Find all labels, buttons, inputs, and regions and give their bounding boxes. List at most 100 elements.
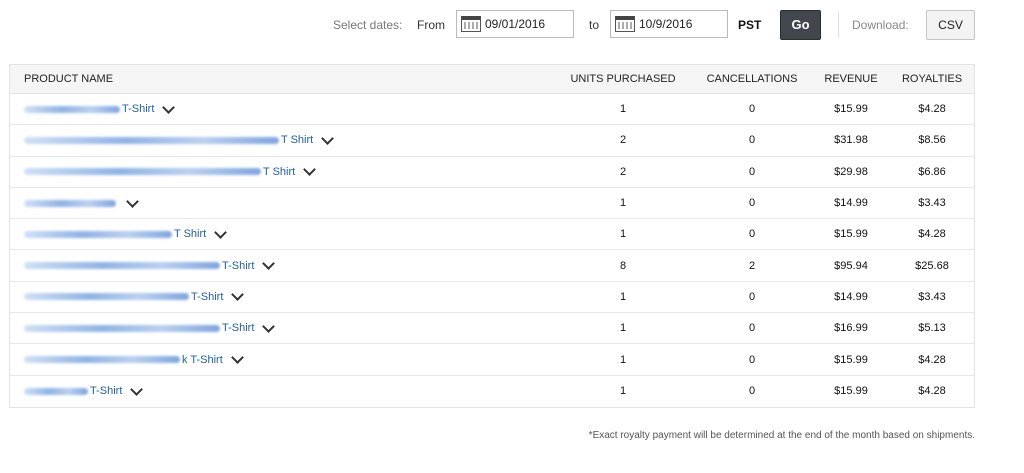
table-row: T Shirt 2 0 $29.98 $6.86 [10, 157, 974, 188]
revenue-cell: $16.99 [834, 322, 868, 335]
product-name-link[interactable]: T Shirt [281, 134, 313, 146]
product-name-cell[interactable]: T-Shirt [24, 282, 245, 312]
date-toolbar: Select dates: From 09/01/2016 to 10/9/20… [0, 10, 1024, 40]
from-label: From [417, 18, 445, 32]
product-name-cell[interactable]: T Shirt [24, 219, 228, 249]
product-name-cell[interactable] [24, 188, 139, 218]
chevron-down-icon[interactable] [303, 163, 317, 177]
product-name-cell[interactable]: T-Shirt [24, 313, 276, 343]
table-row: T-Shirt 1 0 $15.99 $4.28 [10, 94, 974, 126]
cancellations-cell: 0 [748, 322, 756, 335]
revenue-cell: $14.99 [834, 197, 868, 210]
chevron-down-icon[interactable] [126, 194, 139, 208]
revenue-cell: $95.94 [834, 259, 868, 272]
chevron-down-icon[interactable] [262, 257, 276, 270]
column-header-revenue: REVENUE [824, 73, 878, 85]
product-name-cell[interactable]: T-Shirt [24, 376, 144, 407]
table-header: PRODUCT NAME UNITS PURCHASED CANCELLATIO… [10, 65, 974, 94]
timezone-label: PST [738, 18, 762, 32]
product-name-cell[interactable]: k T-Shirt [24, 344, 244, 374]
royalties-table: PRODUCT NAME UNITS PURCHASED CANCELLATIO… [9, 64, 975, 408]
chevron-down-icon[interactable] [262, 319, 276, 333]
units-purchased-cell: 1 [619, 228, 627, 241]
column-header-royalties: ROYALTIES [901, 73, 963, 85]
download-label: Download: [852, 18, 909, 32]
royalties-cell: $4.28 [918, 385, 946, 398]
redacted-product-name [24, 199, 116, 207]
revenue-cell: $31.98 [834, 134, 868, 147]
redacted-product-name [24, 262, 220, 270]
csv-download-button[interactable]: CSV [926, 10, 975, 40]
table-row: T Shirt 1 0 $15.99 $4.28 [10, 219, 974, 251]
revenue-cell: $15.99 [834, 228, 868, 241]
table-row: T-Shirt 1 0 $14.99 $3.43 [10, 282, 974, 314]
product-name-link[interactable]: T-Shirt [122, 103, 154, 115]
calendar-icon[interactable] [615, 16, 635, 32]
table-row: T Shirt 2 0 $31.98 $8.56 [10, 125, 974, 157]
chevron-down-icon[interactable] [214, 225, 228, 239]
product-name-cell[interactable]: T Shirt [24, 157, 317, 187]
chevron-down-icon[interactable] [321, 132, 335, 145]
cancellations-cell: 0 [748, 197, 756, 210]
redacted-product-name [24, 324, 220, 332]
from-date-value: 09/01/2016 [485, 17, 546, 31]
product-name-cell[interactable]: T-Shirt [24, 250, 276, 280]
column-header-units-purchased: UNITS PURCHASED [570, 73, 676, 85]
royalties-cell: $6.86 [918, 165, 946, 178]
from-date-input[interactable]: 09/01/2016 [456, 10, 574, 38]
product-name-cell[interactable]: T Shirt [24, 125, 335, 155]
units-purchased-cell: 1 [619, 290, 627, 303]
redacted-product-name [24, 356, 180, 364]
units-purchased-cell: 8 [619, 259, 627, 272]
product-name-link[interactable]: k T-Shirt [182, 354, 223, 366]
redacted-product-name [24, 230, 172, 238]
product-name-link[interactable]: T-Shirt [222, 260, 254, 272]
redacted-product-name [24, 105, 120, 113]
chevron-down-icon[interactable] [130, 382, 144, 396]
royalties-cell: $4.28 [918, 228, 946, 241]
product-name-link[interactable]: T Shirt [174, 228, 206, 240]
to-date-value: 10/9/2016 [639, 17, 693, 31]
table-row: T-Shirt 1 0 $15.99 $4.28 [10, 376, 974, 407]
royalties-cell: $3.43 [918, 290, 946, 303]
royalties-cell: $5.13 [918, 322, 946, 335]
product-name-link[interactable]: T-Shirt [90, 385, 122, 397]
product-name-link[interactable]: T-Shirt [222, 322, 254, 334]
table-row: 1 0 $14.99 $3.43 [10, 188, 974, 220]
cancellations-cell: 0 [748, 353, 756, 366]
product-name-cell[interactable]: T-Shirt [24, 94, 176, 124]
table-row: k T-Shirt 1 0 $15.99 $4.28 [10, 344, 974, 376]
redacted-product-name [24, 168, 261, 176]
cancellations-cell: 0 [748, 134, 756, 147]
units-purchased-cell: 1 [619, 103, 627, 116]
product-name-link[interactable]: T Shirt [263, 166, 295, 178]
royalty-footnote: *Exact royalty payment will be determine… [588, 430, 975, 441]
royalties-cell: $3.43 [918, 197, 946, 210]
go-button[interactable]: Go [780, 10, 821, 40]
royalties-cell: $4.28 [918, 353, 946, 366]
select-dates-label: Select dates: [333, 18, 403, 32]
calendar-icon[interactable] [461, 16, 481, 32]
royalties-cell: $4.28 [918, 103, 946, 116]
table-row: T-Shirt 1 0 $16.99 $5.13 [10, 313, 974, 345]
revenue-cell: $15.99 [834, 103, 868, 116]
chevron-down-icon[interactable] [231, 288, 245, 302]
column-header-cancellations: CANCELLATIONS [706, 73, 798, 85]
cancellations-cell: 0 [748, 228, 756, 241]
chevron-down-icon[interactable] [162, 100, 176, 114]
cancellations-cell: 0 [748, 385, 756, 398]
units-purchased-cell: 1 [619, 385, 627, 398]
chevron-down-icon[interactable] [230, 351, 244, 364]
revenue-cell: $29.98 [834, 165, 868, 178]
to-date-input[interactable]: 10/9/2016 [610, 10, 728, 38]
cancellations-cell: 0 [748, 290, 756, 303]
units-purchased-cell: 1 [619, 197, 627, 210]
revenue-cell: $15.99 [834, 385, 868, 398]
units-purchased-cell: 1 [619, 353, 627, 366]
product-name-link[interactable]: T-Shirt [191, 291, 223, 303]
table-row: T-Shirt 8 2 $95.94 $25.68 [10, 250, 974, 282]
column-header-product-name: PRODUCT NAME [24, 73, 114, 85]
toolbar-divider [838, 12, 839, 38]
redacted-product-name [24, 387, 88, 395]
redacted-product-name [24, 293, 189, 301]
